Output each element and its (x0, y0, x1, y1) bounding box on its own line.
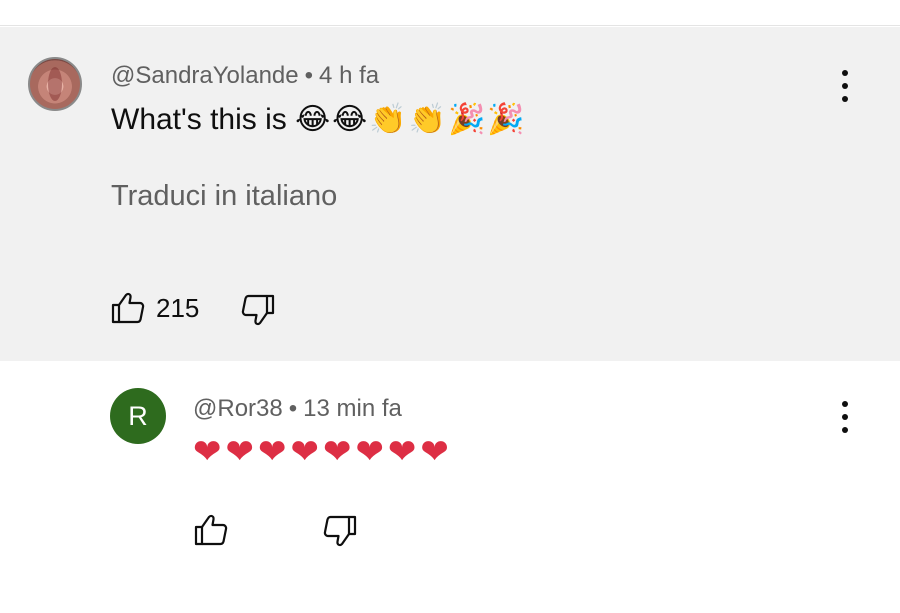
top-bar (0, 0, 900, 26)
kebab-dot (842, 96, 848, 102)
reply-text: ❤❤❤❤❤❤❤❤ (193, 432, 453, 472)
kebab-dot (842, 401, 848, 407)
reply-timestamp[interactable]: 13 min fa (303, 395, 402, 422)
comment-author-name[interactable]: @SandraYolande (111, 62, 299, 89)
kebab-dot (842, 427, 848, 433)
kebab-dot (842, 414, 848, 420)
more-vertical-icon[interactable] (840, 70, 850, 102)
comment-text-body: What's this is (111, 103, 287, 136)
comment-header: @SandraYolande • 4 h fa (111, 62, 379, 90)
reply-author-avatar[interactable]: R (110, 388, 166, 444)
kebab-dot (842, 70, 848, 76)
more-vertical-icon[interactable] (840, 401, 850, 433)
reply-author-name[interactable]: @Ror38 (193, 395, 283, 422)
comment-emojis: 😂😂👏👏🎉🎉 (295, 102, 527, 137)
thumbs-down-icon[interactable] (322, 513, 358, 549)
kebab-dot (842, 83, 848, 89)
separator-dot: • (288, 395, 298, 422)
reply-emojis: ❤❤❤❤❤❤❤❤ (193, 432, 453, 472)
comment-author-avatar[interactable] (28, 57, 82, 111)
thumbs-up-icon[interactable] (193, 512, 229, 548)
like-count: 215 (156, 293, 200, 323)
comment-text: What's this is 😂😂👏👏🎉🎉 (111, 102, 527, 137)
reply-header: @Ror38 • 13 min fa (193, 395, 402, 423)
thumbs-up-icon[interactable] (110, 290, 146, 326)
separator-dot: • (304, 62, 314, 89)
comment-timestamp[interactable]: 4 h fa (319, 62, 379, 89)
thumbs-down-icon[interactable] (240, 292, 276, 328)
translate-link[interactable]: Traduci in italiano (111, 180, 337, 213)
